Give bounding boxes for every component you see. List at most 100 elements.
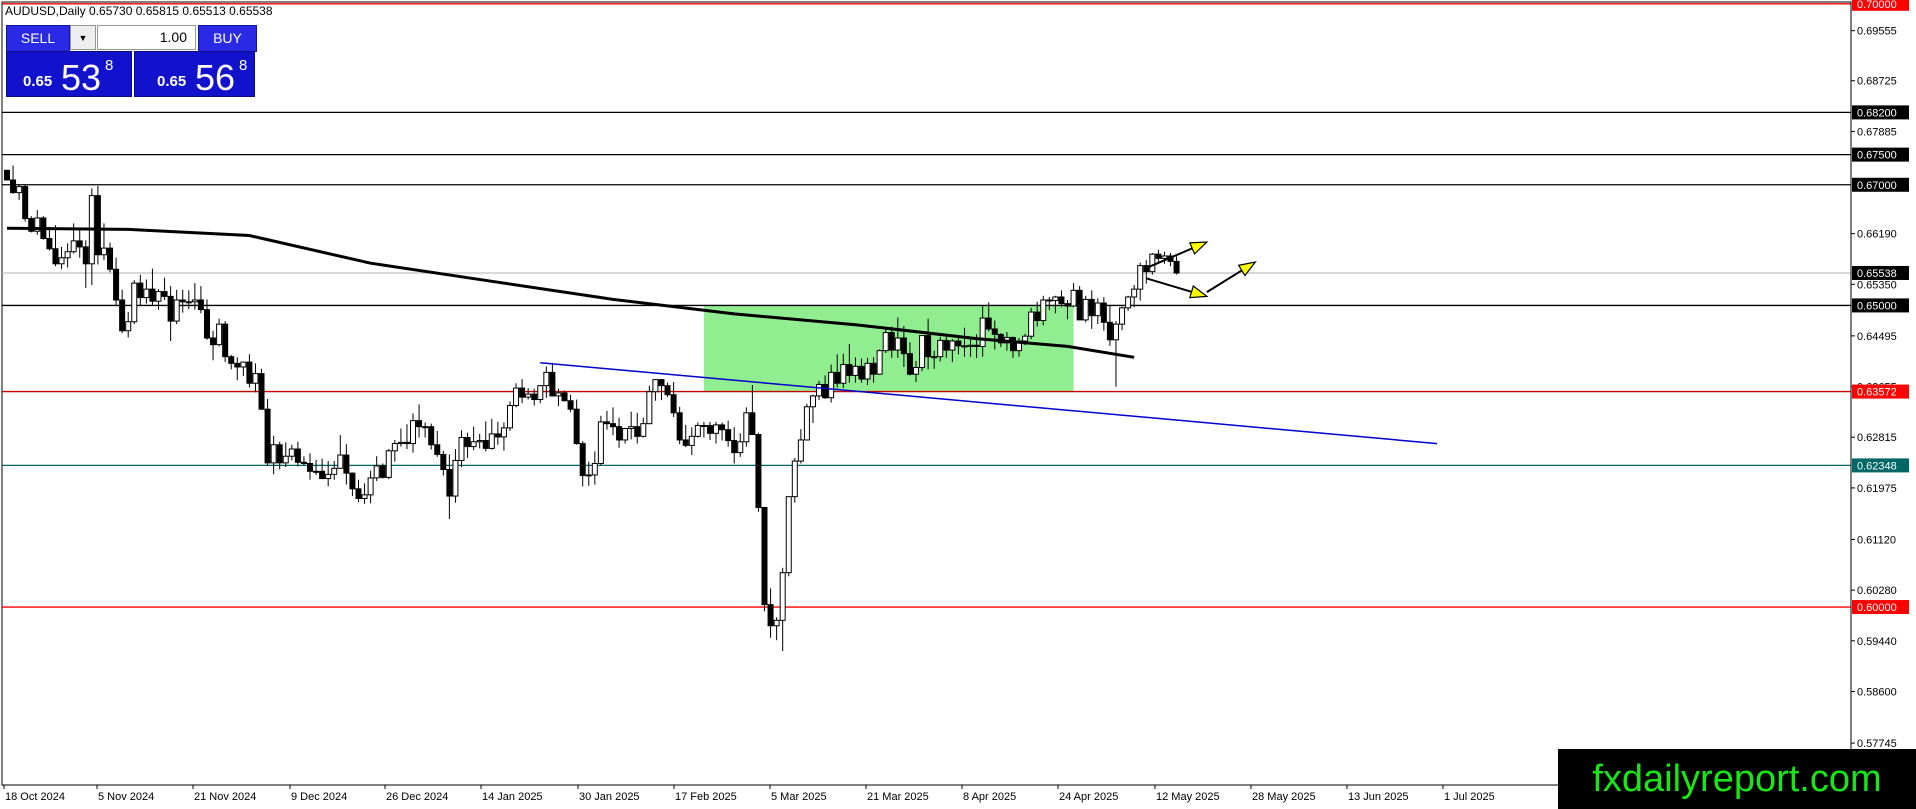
candle-body bbox=[597, 421, 604, 464]
level-price-tag-label: 0.62348 bbox=[1857, 460, 1897, 472]
time-tick-label: 18 Oct 2024 bbox=[5, 791, 65, 803]
candle-body bbox=[543, 371, 550, 387]
candle-body bbox=[234, 362, 241, 368]
price-tick-label: 0.64495 bbox=[1857, 331, 1897, 343]
candle-body bbox=[797, 439, 804, 462]
candle-body bbox=[985, 317, 992, 330]
candle-body bbox=[616, 426, 623, 441]
sell-price-button[interactable]: 0.65 53 8 bbox=[6, 51, 132, 98]
candle-body bbox=[816, 383, 823, 397]
candle-body bbox=[440, 453, 447, 471]
level-price-tag-label: 0.67000 bbox=[1857, 180, 1897, 192]
price-tick-label: 0.61120 bbox=[1857, 534, 1896, 546]
candle-body bbox=[58, 257, 65, 265]
candle-body bbox=[561, 392, 568, 402]
price-chart[interactable]: 0.69555 0.68725 0.67885 0.66190 0.65350 0.644… bbox=[0, 0, 1916, 809]
candle-body bbox=[434, 444, 441, 455]
candle-body bbox=[1028, 311, 1035, 337]
price-tick-label: 0.62815 bbox=[1857, 432, 1897, 444]
time-tick-label: 26 Dec 2024 bbox=[386, 791, 448, 803]
candle-body bbox=[143, 288, 150, 299]
candle-body bbox=[197, 299, 204, 311]
candle-body bbox=[355, 488, 362, 499]
candle-body bbox=[1173, 260, 1180, 274]
price-tick-label: 0.69555 bbox=[1857, 26, 1897, 38]
candle-body bbox=[1100, 302, 1107, 323]
candle-body bbox=[864, 362, 871, 380]
level-price-tag-label: 0.65538 bbox=[1857, 268, 1897, 280]
level-price-tag-label: 0.70000 bbox=[1857, 0, 1897, 11]
candle-body bbox=[391, 443, 398, 452]
candle-body bbox=[731, 440, 738, 454]
candle-body bbox=[858, 365, 865, 380]
candle-body bbox=[325, 473, 332, 480]
candle-body bbox=[870, 362, 877, 375]
candle-body bbox=[331, 467, 338, 475]
candle-body bbox=[634, 426, 641, 437]
candle-body bbox=[961, 345, 968, 348]
buy-price-fraction: 8 bbox=[239, 57, 248, 74]
time-tick-label: 1 Jul 2025 bbox=[1444, 791, 1495, 803]
time-tick-label: 9 Dec 2024 bbox=[291, 791, 347, 803]
candle-body bbox=[513, 387, 520, 407]
candle-body bbox=[991, 328, 998, 335]
candle-body bbox=[767, 604, 774, 627]
candle-body bbox=[203, 309, 210, 339]
candle-body bbox=[446, 469, 453, 497]
price-tick-label: 0.60280 bbox=[1857, 585, 1897, 597]
candle-body bbox=[1046, 299, 1053, 302]
candle-body bbox=[652, 379, 659, 393]
candle-body bbox=[525, 393, 532, 398]
candle-body bbox=[500, 427, 507, 438]
candle-body bbox=[349, 472, 356, 490]
candle-body bbox=[549, 371, 556, 397]
candle-body bbox=[700, 424, 707, 427]
volume-input[interactable]: 1.00 bbox=[97, 25, 196, 50]
candle-body bbox=[119, 299, 126, 332]
candle-body bbox=[840, 364, 847, 384]
candle-body bbox=[191, 299, 198, 303]
sell-button[interactable]: SELL bbox=[6, 25, 70, 52]
candle-body bbox=[64, 251, 71, 259]
price-tick-label: 0.65350 bbox=[1857, 279, 1897, 291]
candle-body bbox=[688, 435, 695, 446]
candle-body bbox=[694, 424, 701, 437]
candle-body bbox=[385, 450, 392, 478]
candle-body bbox=[803, 406, 810, 441]
candle-body bbox=[488, 433, 495, 449]
candle-body bbox=[422, 426, 429, 429]
candle-body bbox=[94, 195, 101, 256]
price-tick-label: 0.67885 bbox=[1857, 126, 1897, 138]
candle-body bbox=[494, 433, 501, 438]
candle-body bbox=[785, 496, 792, 574]
candle-body bbox=[1064, 303, 1071, 307]
candle-body bbox=[640, 423, 647, 437]
candle-body bbox=[761, 507, 768, 606]
symbol-info: AUDUSD,Daily 0.65730 0.65815 0.65513 0.6… bbox=[5, 4, 273, 18]
price-tick-label: 0.61975 bbox=[1857, 483, 1897, 495]
candle-body bbox=[585, 474, 592, 477]
buy-price-button[interactable]: 0.65 56 8 bbox=[134, 51, 255, 98]
candle-body bbox=[670, 394, 677, 414]
candle-body bbox=[779, 572, 786, 621]
candle-body bbox=[222, 323, 229, 358]
candle-body bbox=[361, 494, 368, 499]
buy-button[interactable]: BUY bbox=[198, 25, 257, 52]
candle-body bbox=[725, 429, 732, 442]
candle-body bbox=[906, 353, 913, 375]
candle-body bbox=[288, 448, 295, 457]
candle-body bbox=[603, 421, 610, 425]
candle-body bbox=[476, 440, 483, 443]
candle-body bbox=[410, 420, 417, 445]
candle-body bbox=[610, 423, 616, 428]
candle-body bbox=[100, 247, 107, 256]
candle-body bbox=[967, 344, 974, 347]
time-tick-label: 5 Mar 2025 bbox=[771, 791, 827, 803]
candle-body bbox=[240, 361, 247, 368]
time-tick-label: 28 May 2025 bbox=[1252, 791, 1316, 803]
candle-body bbox=[1161, 255, 1168, 259]
candle-body bbox=[252, 373, 259, 384]
candle-body bbox=[1070, 289, 1077, 307]
candle-body bbox=[537, 385, 544, 401]
volume-dropdown-icon[interactable]: ▼ bbox=[70, 25, 96, 50]
